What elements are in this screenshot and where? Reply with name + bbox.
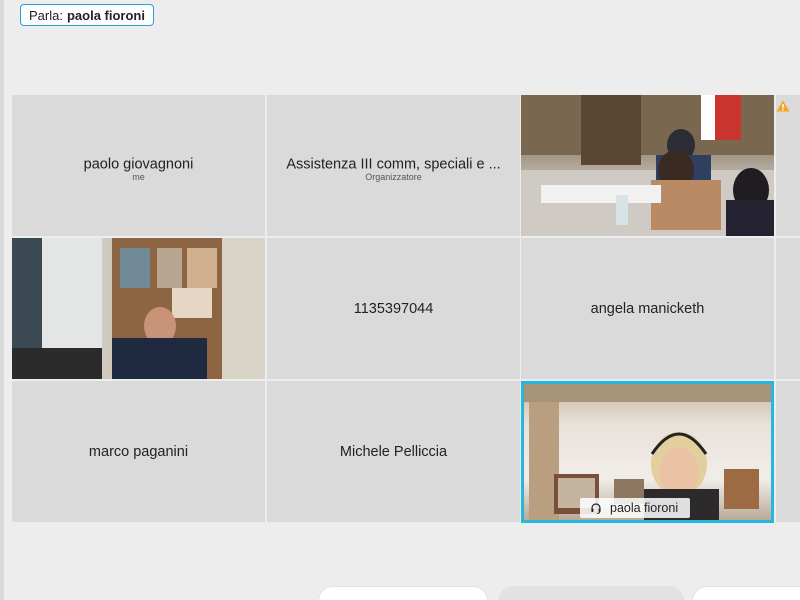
speaking-label: Parla:	[29, 7, 63, 23]
toolbar-button[interactable]	[318, 586, 488, 600]
headset-icon	[591, 503, 601, 514]
video-feed	[12, 238, 265, 379]
participant-name: Assistenza III comm, speciali e ...	[286, 155, 501, 172]
participant-role: Organizzatore	[365, 171, 422, 182]
toolbar-button[interactable]	[498, 586, 684, 600]
participant-role: me	[132, 171, 145, 182]
warning-icon[interactable]	[776, 100, 790, 112]
participant-tile[interactable]: paolo giovagnoni me	[12, 95, 265, 236]
participant-video-tile[interactable]	[12, 238, 265, 379]
speaking-name: paola fioroni	[66, 7, 145, 23]
participant-tile[interactable]: Assistenza III comm, speciali e ... Orga…	[267, 95, 520, 236]
participant-tile[interactable]: Michele Pelliccia	[267, 381, 520, 522]
speaking-indicator: Parla: paola fioroni	[20, 4, 154, 26]
speaker-name: paola fioroni	[610, 501, 679, 515]
participant-grid: paolo giovagnoni me Assistenza III comm,…	[8, 95, 800, 524]
participant-tile[interactable]: 1135397044	[267, 238, 520, 379]
video-feed	[521, 95, 774, 236]
active-speaker-tile[interactable]: paola fioroni	[521, 381, 774, 523]
participant-video-tile[interactable]	[521, 95, 774, 236]
participant-name: paolo giovagnoni	[83, 155, 194, 172]
participant-name: angela manicketh	[590, 300, 705, 317]
participant-name: 1135397044	[353, 300, 434, 317]
participant-tile[interactable]: marco paganini	[12, 381, 265, 522]
speaker-name-label: paola fioroni	[580, 498, 691, 518]
participant-name: Michele Pelliccia	[339, 443, 448, 460]
participant-tile[interactable]: angela manicketh	[521, 238, 774, 379]
meeting-window: Parla: paola fioroni paolo giovagnoni me…	[0, 0, 800, 600]
toolbar-button[interactable]	[692, 586, 800, 600]
participant-name: marco paganini	[88, 443, 189, 460]
